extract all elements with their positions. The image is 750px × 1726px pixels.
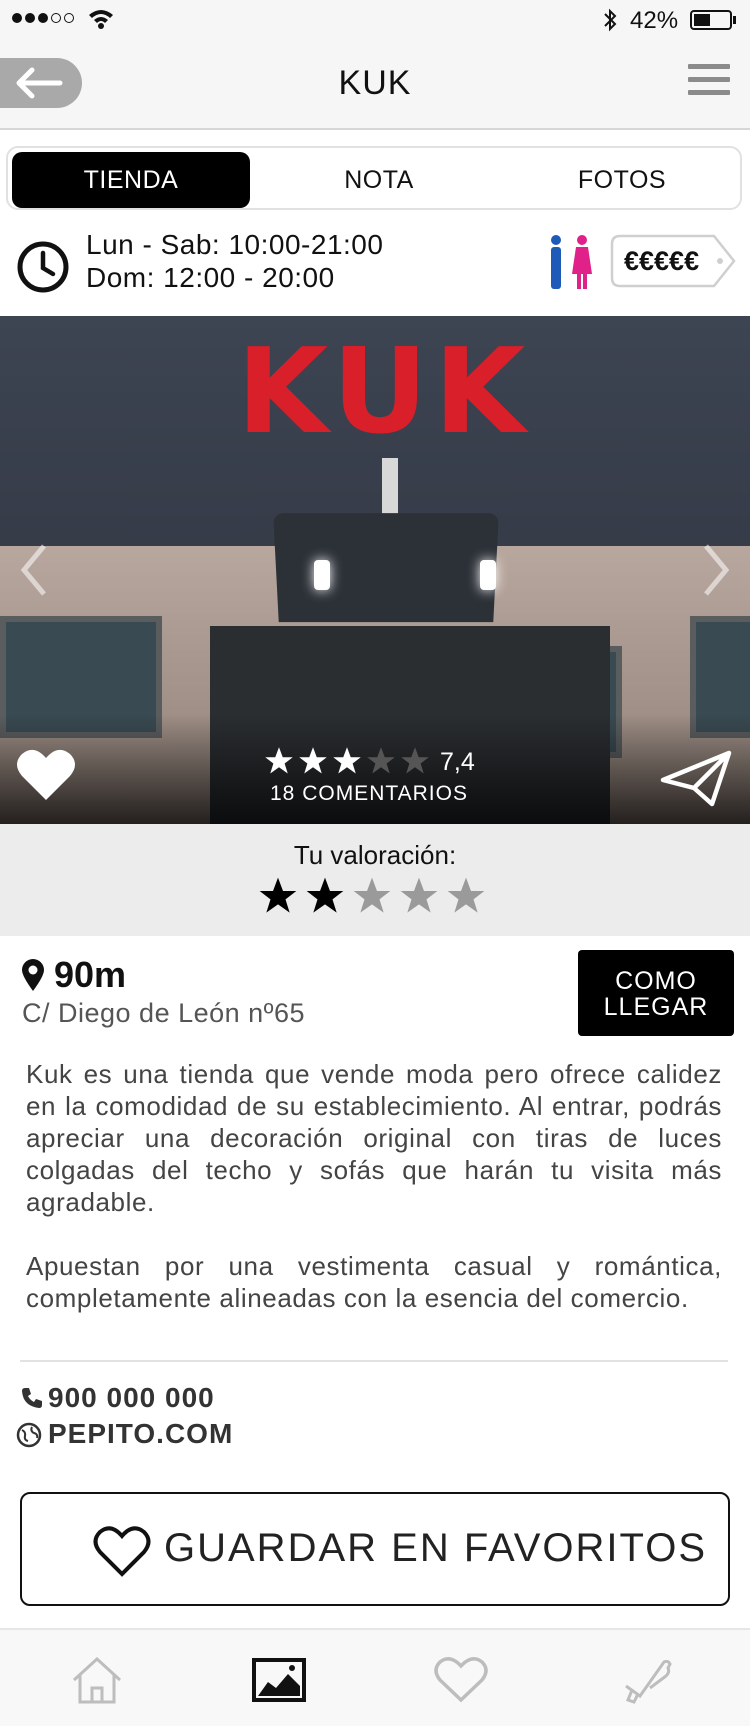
star-filled-icon [265, 747, 293, 774]
chevron-right-icon[interactable] [702, 542, 732, 598]
comments-count[interactable]: 18 COMENTARIOS [270, 782, 468, 806]
heart-icon[interactable] [16, 746, 76, 802]
average-rating-stars [264, 744, 430, 778]
divider [20, 1360, 728, 1362]
store-photo[interactable]: KUK 7,4 18 COMENTARIOS [0, 316, 750, 824]
store-sign: KUK [236, 322, 532, 460]
gallery-icon[interactable] [252, 1656, 306, 1704]
heart-outline-icon [93, 1526, 151, 1577]
phone-icon [22, 1388, 42, 1408]
menu-icon[interactable] [688, 64, 730, 100]
status-bar: 42% [0, 0, 750, 40]
favorites-tab-icon[interactable] [434, 1656, 488, 1704]
star-filled-icon [333, 747, 361, 774]
phone-number[interactable]: 900 000 000 [48, 1382, 215, 1414]
segment-tabs: TIENDA NOTA FOTOS [6, 146, 742, 210]
star-empty-icon [367, 747, 395, 774]
wifi-icon [89, 10, 113, 29]
home-icon[interactable] [70, 1656, 124, 1704]
share-icon[interactable] [660, 750, 732, 808]
directions-label-line2: LLEGAR [603, 993, 709, 1021]
price-range-label: €€€€€ [624, 246, 700, 276]
star-filled-icon[interactable] [258, 876, 298, 916]
navigation-bar: KUK [0, 40, 750, 130]
clock-icon [17, 241, 69, 293]
website-link[interactable]: PEPITO.COM [48, 1418, 233, 1450]
bluetooth-icon [604, 8, 617, 32]
user-rating-stars[interactable] [258, 876, 486, 916]
hours-weekdays: Lun - Sab: 10:00-21:00 [86, 229, 384, 260]
globe-icon [16, 1422, 42, 1448]
megaphone-icon[interactable] [620, 1656, 674, 1704]
tab-tienda[interactable]: TIENDA [12, 152, 250, 208]
star-empty-icon[interactable] [399, 876, 439, 916]
restroom-icon [551, 235, 592, 289]
directions-button[interactable]: COMO LLEGAR [578, 950, 734, 1036]
description-paragraph: Apuestan por una vestimenta casual y rom… [26, 1251, 722, 1313]
bottom-tab-bar [0, 1628, 750, 1726]
user-rating-label: Tu valoración: [293, 840, 457, 870]
signal-strength-icon [12, 13, 74, 23]
rating-score: 7,4 [440, 748, 475, 776]
save-favorites-label: GUARDAR EN FAVORITOS [164, 1526, 708, 1570]
tab-fotos[interactable]: FOTOS [504, 152, 740, 208]
user-rating-section: Tu valoración: [0, 824, 750, 936]
chevron-left-icon[interactable] [18, 542, 48, 598]
battery-percentage: 42% [630, 7, 679, 34]
tab-nota[interactable]: NOTA [260, 152, 498, 208]
star-empty-icon [401, 747, 429, 774]
save-favorites-button[interactable]: GUARDAR EN FAVORITOS [20, 1492, 730, 1606]
hours-sunday: Dom: 12:00 - 20:00 [86, 262, 335, 293]
price-range-tag: €€€€€ [610, 234, 736, 288]
star-filled-icon[interactable] [305, 876, 345, 916]
description-paragraph: Kuk es una tienda que vende moda pero of… [26, 1059, 722, 1217]
store-description: Kuk es una tienda que vende moda pero of… [26, 1058, 722, 1346]
directions-label-line1: COMO [615, 967, 697, 995]
location-pin-icon [22, 959, 44, 991]
star-empty-icon[interactable] [446, 876, 486, 916]
address: C/ Diego de León nº65 [22, 998, 306, 1028]
distance: 90m [54, 954, 127, 995]
star-empty-icon[interactable] [352, 876, 392, 916]
battery-icon [690, 10, 736, 30]
opening-hours: Lun - Sab: 10:00-21:00 Dom: 12:00 - 20:0… [86, 228, 383, 294]
page-title: KUK [338, 64, 412, 102]
star-filled-icon [299, 747, 327, 774]
